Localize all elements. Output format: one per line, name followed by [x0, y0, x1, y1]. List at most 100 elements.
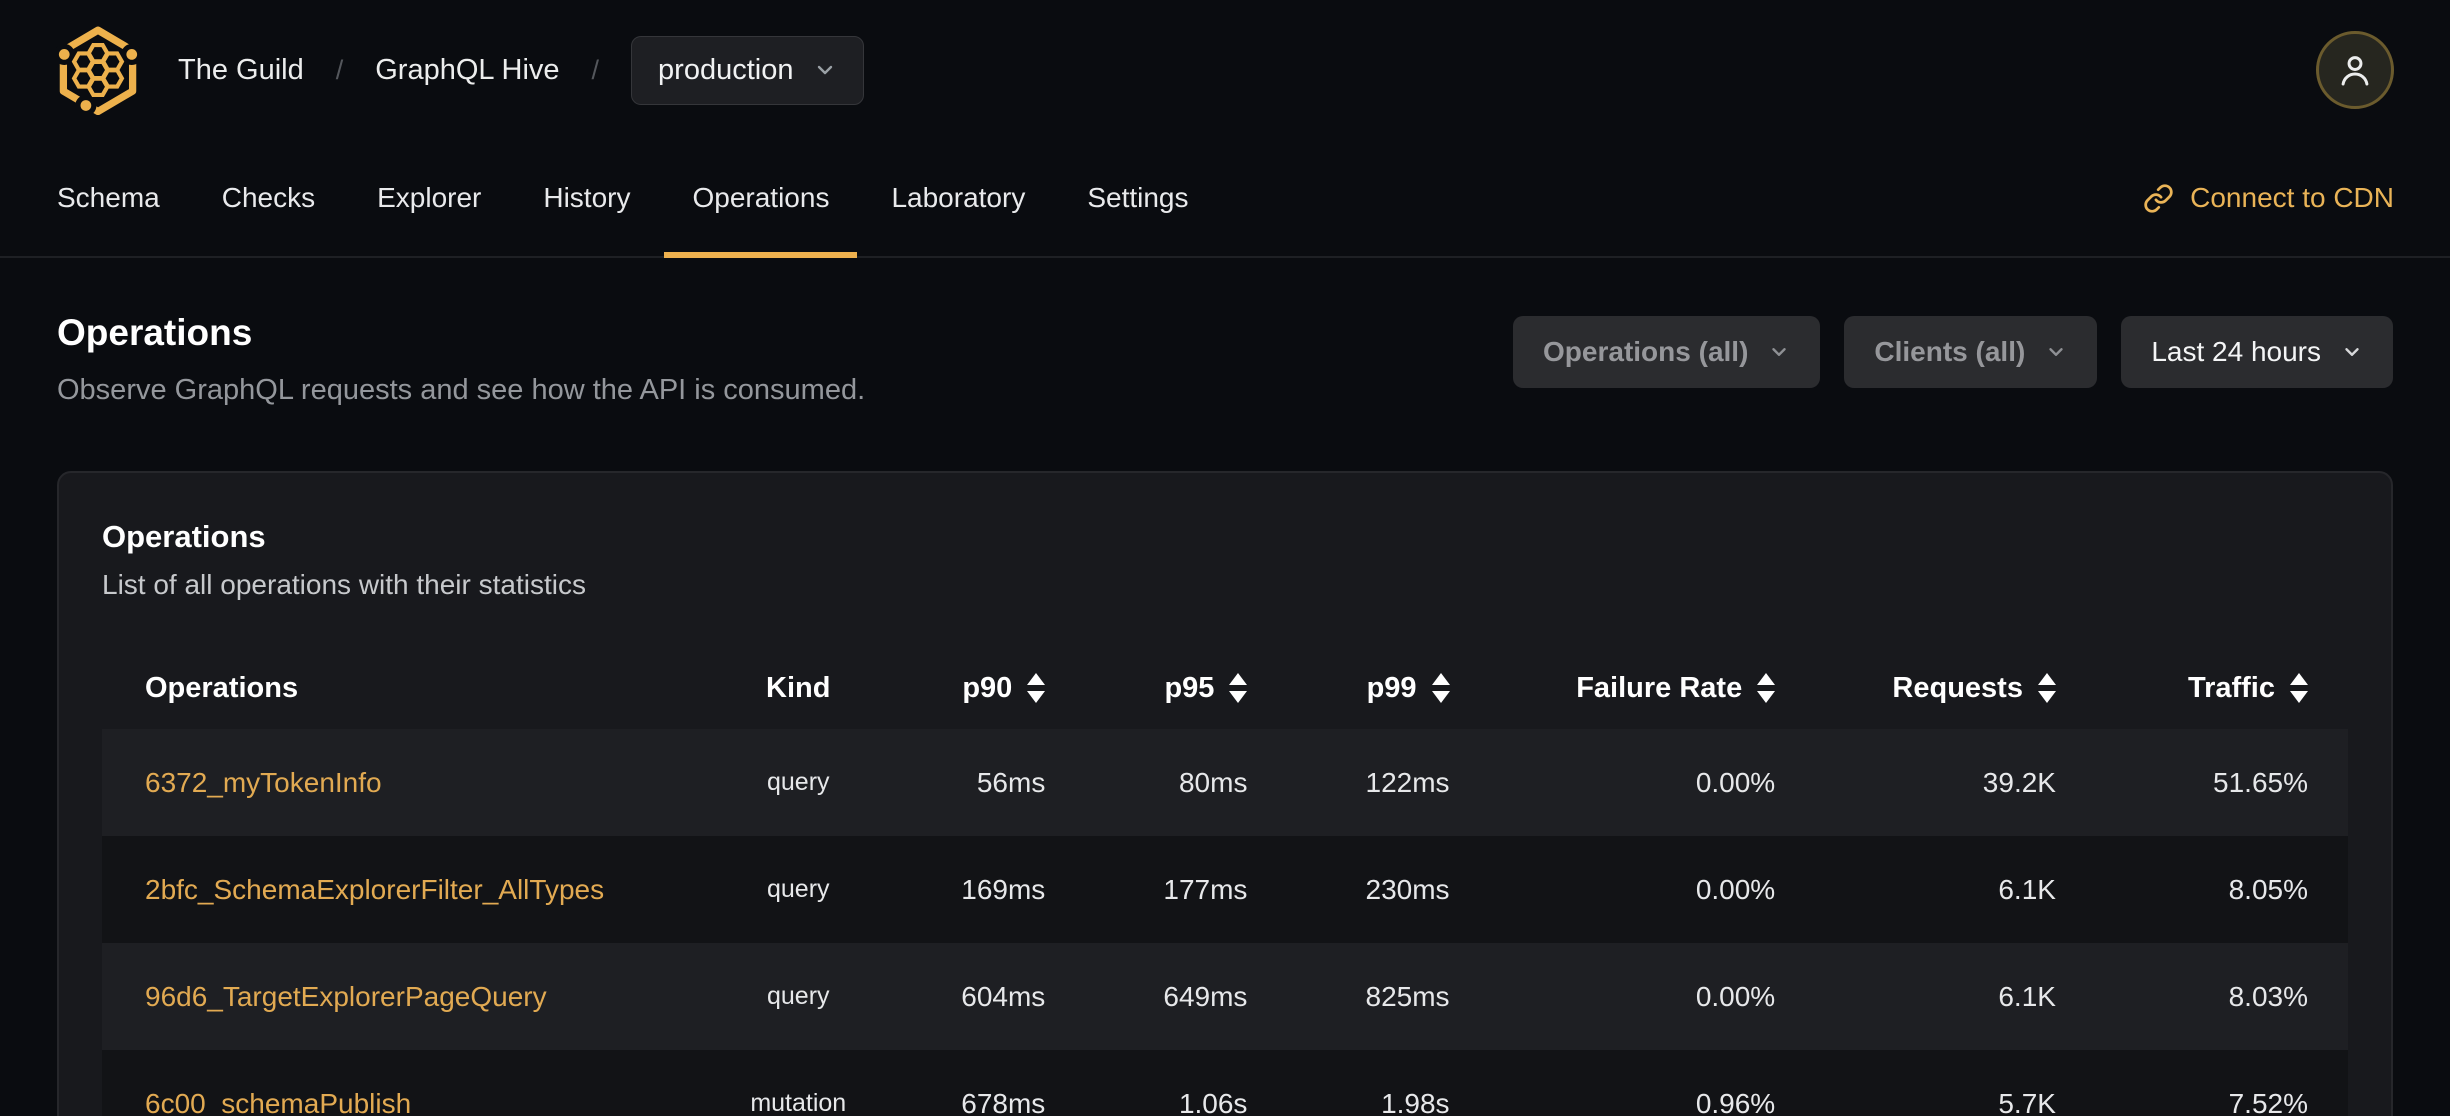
top-bar: The Guild / GraphQL Hive / production — [0, 0, 2450, 140]
page-header: Operations Observe GraphQL requests and … — [0, 258, 2450, 407]
cell-traffic: 7.52% — [2228, 1087, 2308, 1116]
cell-failure-rate: 0.96% — [1695, 1087, 1776, 1116]
column-label: Requests — [1892, 671, 2023, 704]
sort-arrows-icon[interactable] — [1027, 673, 1046, 703]
user-avatar[interactable] — [2316, 31, 2394, 109]
operation-link[interactable]: 2bfc_SchemaExplorerFilter_AllTypes — [145, 874, 604, 905]
sort-arrows-icon[interactable] — [2290, 673, 2308, 703]
chevron-down-icon — [2341, 341, 2363, 363]
column-label: Failure Rate — [1576, 671, 1743, 704]
cell-requests: 6.1K — [1998, 873, 2056, 905]
cell-requests: 5.7K — [1998, 1087, 2056, 1116]
breadcrumb-separator: / — [335, 54, 344, 85]
page-subtitle: Observe GraphQL requests and see how the… — [57, 374, 866, 406]
cell-p99: 230ms — [1365, 873, 1450, 905]
cell-p90: 56ms — [976, 766, 1046, 798]
cell-kind: mutation — [750, 1089, 847, 1116]
breadcrumb: The Guild / GraphQL Hive / production — [178, 35, 865, 105]
filter-bar: Operations (all) Clients (all) Last 24 h… — [1513, 316, 2393, 388]
column-header-p90[interactable]: p90 — [866, 647, 1046, 729]
clients-filter-dropdown[interactable]: Clients (all) — [1844, 316, 2098, 388]
page-title-block: Operations Observe GraphQL requests and … — [57, 312, 865, 407]
brand-area: The Guild / GraphQL Hive / production — [56, 25, 865, 115]
cell-operation: 6c00_schemaPublish — [102, 1050, 731, 1116]
tab-operations[interactable]: Operations — [661, 140, 860, 258]
tab-checks[interactable]: Checks — [191, 140, 346, 256]
breadcrumb-project[interactable]: GraphQL Hive — [375, 54, 559, 87]
operation-link[interactable]: 6c00_schemaPublish — [145, 1088, 411, 1116]
operations-filter-label: Operations (all) — [1543, 336, 1749, 367]
operations-filter-dropdown[interactable]: Operations (all) — [1513, 316, 1821, 388]
cell-kind: query — [766, 768, 830, 796]
cell-kind: query — [766, 982, 830, 1010]
time-range-label: Last 24 hours — [2151, 336, 2321, 367]
cell-p95: 1.06s — [1178, 1087, 1248, 1116]
main-nav: Schema Checks Explorer History Operation… — [0, 140, 2450, 258]
sort-arrows-icon[interactable] — [2037, 673, 2056, 703]
tab-schema[interactable]: Schema — [26, 140, 191, 256]
cell-p99: 1.98s — [1381, 1087, 1450, 1116]
cell-p90: 604ms — [961, 980, 1046, 1012]
cell-p99: 122ms — [1365, 766, 1450, 798]
tab-history[interactable]: History — [512, 140, 661, 256]
table-row: 2bfc_SchemaExplorerFilter_AllTypes query… — [102, 836, 2348, 943]
column-header-kind: Kind — [766, 671, 831, 704]
connect-to-cdn-link[interactable]: Connect to CDN — [2143, 140, 2394, 256]
cell-p90: 678ms — [961, 1087, 1046, 1116]
clients-filter-label: Clients (all) — [1874, 336, 2026, 367]
table-row: 6372_myTokenInfo query 56ms 80ms 122ms 0… — [102, 729, 2348, 836]
cell-failure-rate: 0.00% — [1695, 873, 1776, 905]
cell-operation: 6372_myTokenInfo — [102, 729, 731, 836]
user-icon — [2334, 49, 2376, 91]
cell-traffic: 8.05% — [2228, 873, 2308, 905]
tab-explorer[interactable]: Explorer — [346, 140, 512, 256]
breadcrumb-separator: / — [591, 54, 600, 85]
cell-operation: 96d6_TargetExplorerPageQuery — [102, 943, 731, 1050]
sort-arrows-icon[interactable] — [1431, 673, 1450, 703]
column-label: p95 — [1164, 671, 1215, 704]
cell-p95: 649ms — [1163, 980, 1248, 1012]
cell-requests: 6.1K — [1998, 980, 2056, 1012]
column-header-requests[interactable]: Requests — [1775, 647, 2056, 729]
chevron-down-icon — [813, 58, 837, 82]
table-row: 96d6_TargetExplorerPageQuery query 604ms… — [102, 943, 2348, 1050]
column-label: p90 — [962, 671, 1013, 704]
column-header-p99[interactable]: p99 — [1247, 647, 1450, 729]
card-subtitle: List of all operations with their statis… — [102, 569, 586, 600]
operation-link[interactable]: 6372_myTokenInfo — [145, 767, 382, 798]
chevron-down-icon — [2045, 341, 2067, 363]
cell-failure-rate: 0.00% — [1695, 766, 1776, 798]
cell-traffic: 8.03% — [2228, 980, 2308, 1012]
table-row: 6c00_schemaPublish mutation 678ms 1.06s … — [102, 1050, 2348, 1116]
column-label: Traffic — [2187, 671, 2275, 704]
tab-laboratory[interactable]: Laboratory — [860, 140, 1056, 256]
cell-failure-rate: 0.00% — [1695, 980, 1776, 1012]
column-header-operations: Operations — [145, 671, 299, 704]
link-icon — [2143, 183, 2174, 214]
guild-logo-icon[interactable] — [56, 25, 140, 115]
tab-settings[interactable]: Settings — [1056, 140, 1219, 256]
cell-p95: 80ms — [1178, 766, 1248, 798]
chevron-down-icon — [1768, 341, 1790, 363]
card-title: Operations — [102, 519, 266, 554]
page-title: Operations — [57, 312, 253, 353]
cell-traffic: 51.65% — [2213, 766, 2308, 798]
target-selector-value: production — [658, 53, 794, 86]
operations-card: Operations List of all operations with t… — [57, 471, 2393, 1116]
connect-to-cdn-label: Connect to CDN — [2190, 182, 2394, 213]
target-selector-dropdown[interactable]: production — [631, 35, 865, 105]
time-range-dropdown[interactable]: Last 24 hours — [2121, 316, 2393, 388]
breadcrumb-org[interactable]: The Guild — [178, 54, 304, 87]
nav-tabs: Schema Checks Explorer History Operation… — [26, 140, 1220, 258]
operations-table: Operations Kind p90 p95 p99 Failure Rate… — [102, 647, 2348, 1116]
operation-link[interactable]: 96d6_TargetExplorerPageQuery — [145, 981, 547, 1012]
cell-operation: 2bfc_SchemaExplorerFilter_AllTypes — [102, 836, 731, 943]
sort-arrows-icon[interactable] — [1229, 673, 1248, 703]
column-header-p95[interactable]: p95 — [1045, 647, 1248, 729]
cell-requests: 39.2K — [1982, 766, 2056, 798]
sort-arrows-icon[interactable] — [1757, 673, 1776, 703]
table-header-row: Operations Kind p90 p95 p99 Failure Rate… — [102, 647, 2348, 729]
column-header-failure-rate[interactable]: Failure Rate — [1450, 647, 1776, 729]
cell-kind: query — [766, 875, 830, 903]
column-header-traffic[interactable]: Traffic — [2056, 647, 2348, 729]
